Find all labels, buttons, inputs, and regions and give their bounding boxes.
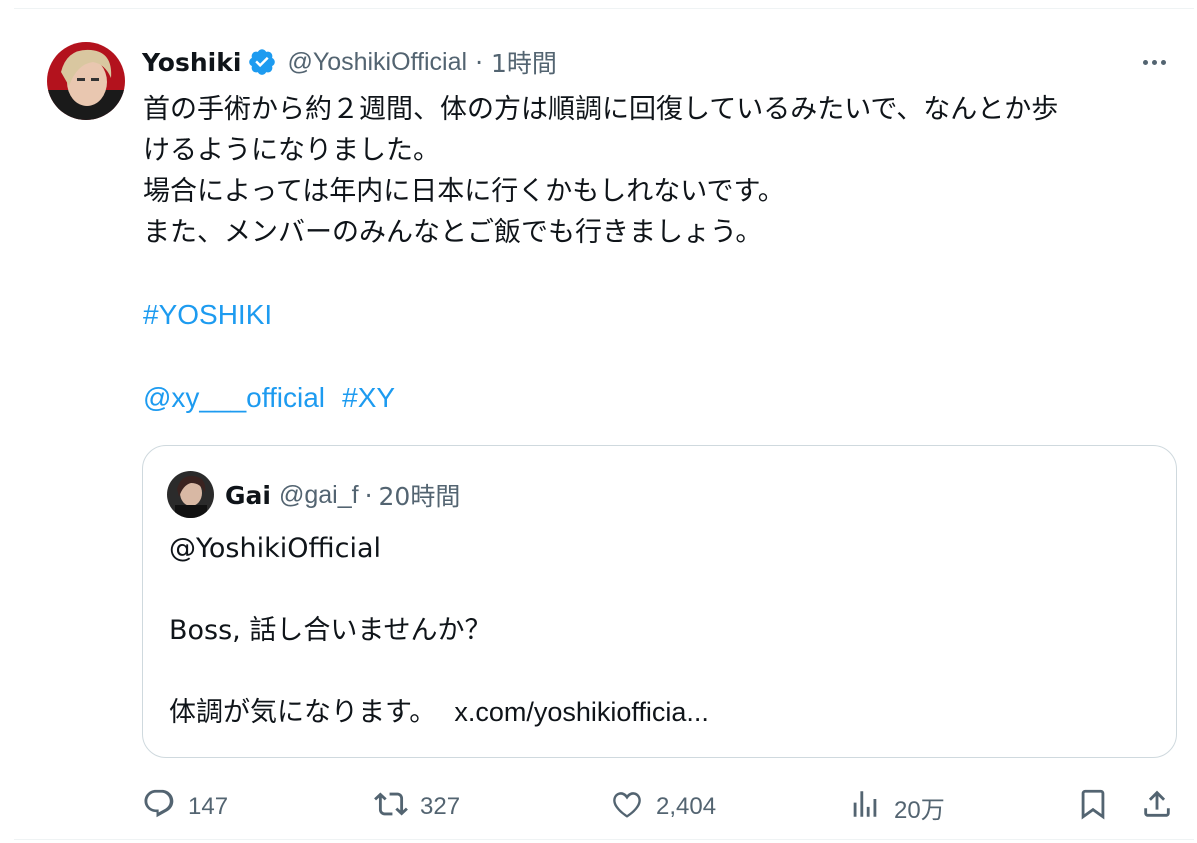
header-separator: · (475, 47, 484, 77)
quoted-tweet[interactable]: Gai @gai_f · 20時間 @YoshikiOfficial Boss,… (142, 445, 1177, 758)
quote-line: 体調が気になります。 (169, 697, 437, 728)
quote-author-avatar[interactable] (167, 471, 214, 518)
views-button[interactable]: 20万 (848, 787, 945, 827)
retweet-count: 327 (420, 793, 461, 820)
quote-header: Gai @gai_f · 20時間 (225, 478, 460, 512)
hashtag-link[interactable]: #YOSHIKI (143, 299, 272, 330)
tweet-text: 首の手術から約２週間、体の方は順調に回復しているみたいで、なんとか歩 けるように… (143, 89, 1183, 419)
more-icon[interactable] (1134, 47, 1174, 77)
action-bar: 147 327 2,404 20万 (142, 787, 1170, 827)
verified-badge-icon (247, 47, 277, 77)
mention-link[interactable]: @xy___official (143, 382, 325, 413)
like-icon (610, 787, 644, 828)
quote-url-link[interactable]: x.com/yoshikiofficia... (454, 697, 709, 727)
quote-text: @YoshikiOfficial Boss, 話し合いませんか？ 体調が気になり… (169, 528, 1149, 733)
tweet-timestamp[interactable]: 1時間 (491, 44, 557, 80)
tweet-line: けるようになりました。 (143, 135, 440, 166)
tweet-line: 場合によっては年内に日本に行くかもしれないです。 (143, 176, 785, 207)
quote-author-handle[interactable]: @gai_f (279, 481, 359, 510)
share-icon (1140, 787, 1174, 828)
author-avatar[interactable] (47, 42, 125, 120)
quote-separator: · (364, 480, 373, 510)
tweet-line: また、メンバーのみんなとご飯でも行きましょう。 (143, 217, 763, 248)
retweet-button[interactable]: 327 (374, 787, 460, 827)
share-button[interactable] (1140, 787, 1174, 827)
like-count: 2,404 (656, 793, 717, 820)
tweet-header: Yoshiki @YoshikiOfficial · 1時間 (142, 45, 1164, 79)
bookmark-button[interactable] (1076, 787, 1110, 827)
quote-line: Boss, 話し合いませんか？ (169, 615, 492, 646)
bookmark-icon (1076, 787, 1110, 828)
views-icon (848, 787, 882, 828)
hashtag-link[interactable]: #XY (342, 382, 395, 413)
quote-author-name[interactable]: Gai (225, 481, 271, 510)
author-name[interactable]: Yoshiki (142, 48, 241, 77)
quote-line: @YoshikiOfficial (169, 533, 381, 564)
reply-icon (142, 787, 176, 828)
author-handle[interactable]: @YoshikiOfficial (287, 48, 467, 77)
tweet-line: 首の手術から約２週間、体の方は順調に回復しているみたいで、なんとか歩 (143, 94, 1059, 125)
quote-timestamp[interactable]: 20時間 (379, 477, 461, 513)
retweet-icon (374, 787, 408, 828)
views-count: 20万 (894, 796, 945, 824)
tweet-card[interactable]: Yoshiki @YoshikiOfficial · 1時間 首の手術から約２週… (14, 8, 1194, 840)
reply-count: 147 (188, 793, 229, 820)
like-button[interactable]: 2,404 (610, 787, 716, 827)
reply-button[interactable]: 147 (142, 787, 228, 827)
